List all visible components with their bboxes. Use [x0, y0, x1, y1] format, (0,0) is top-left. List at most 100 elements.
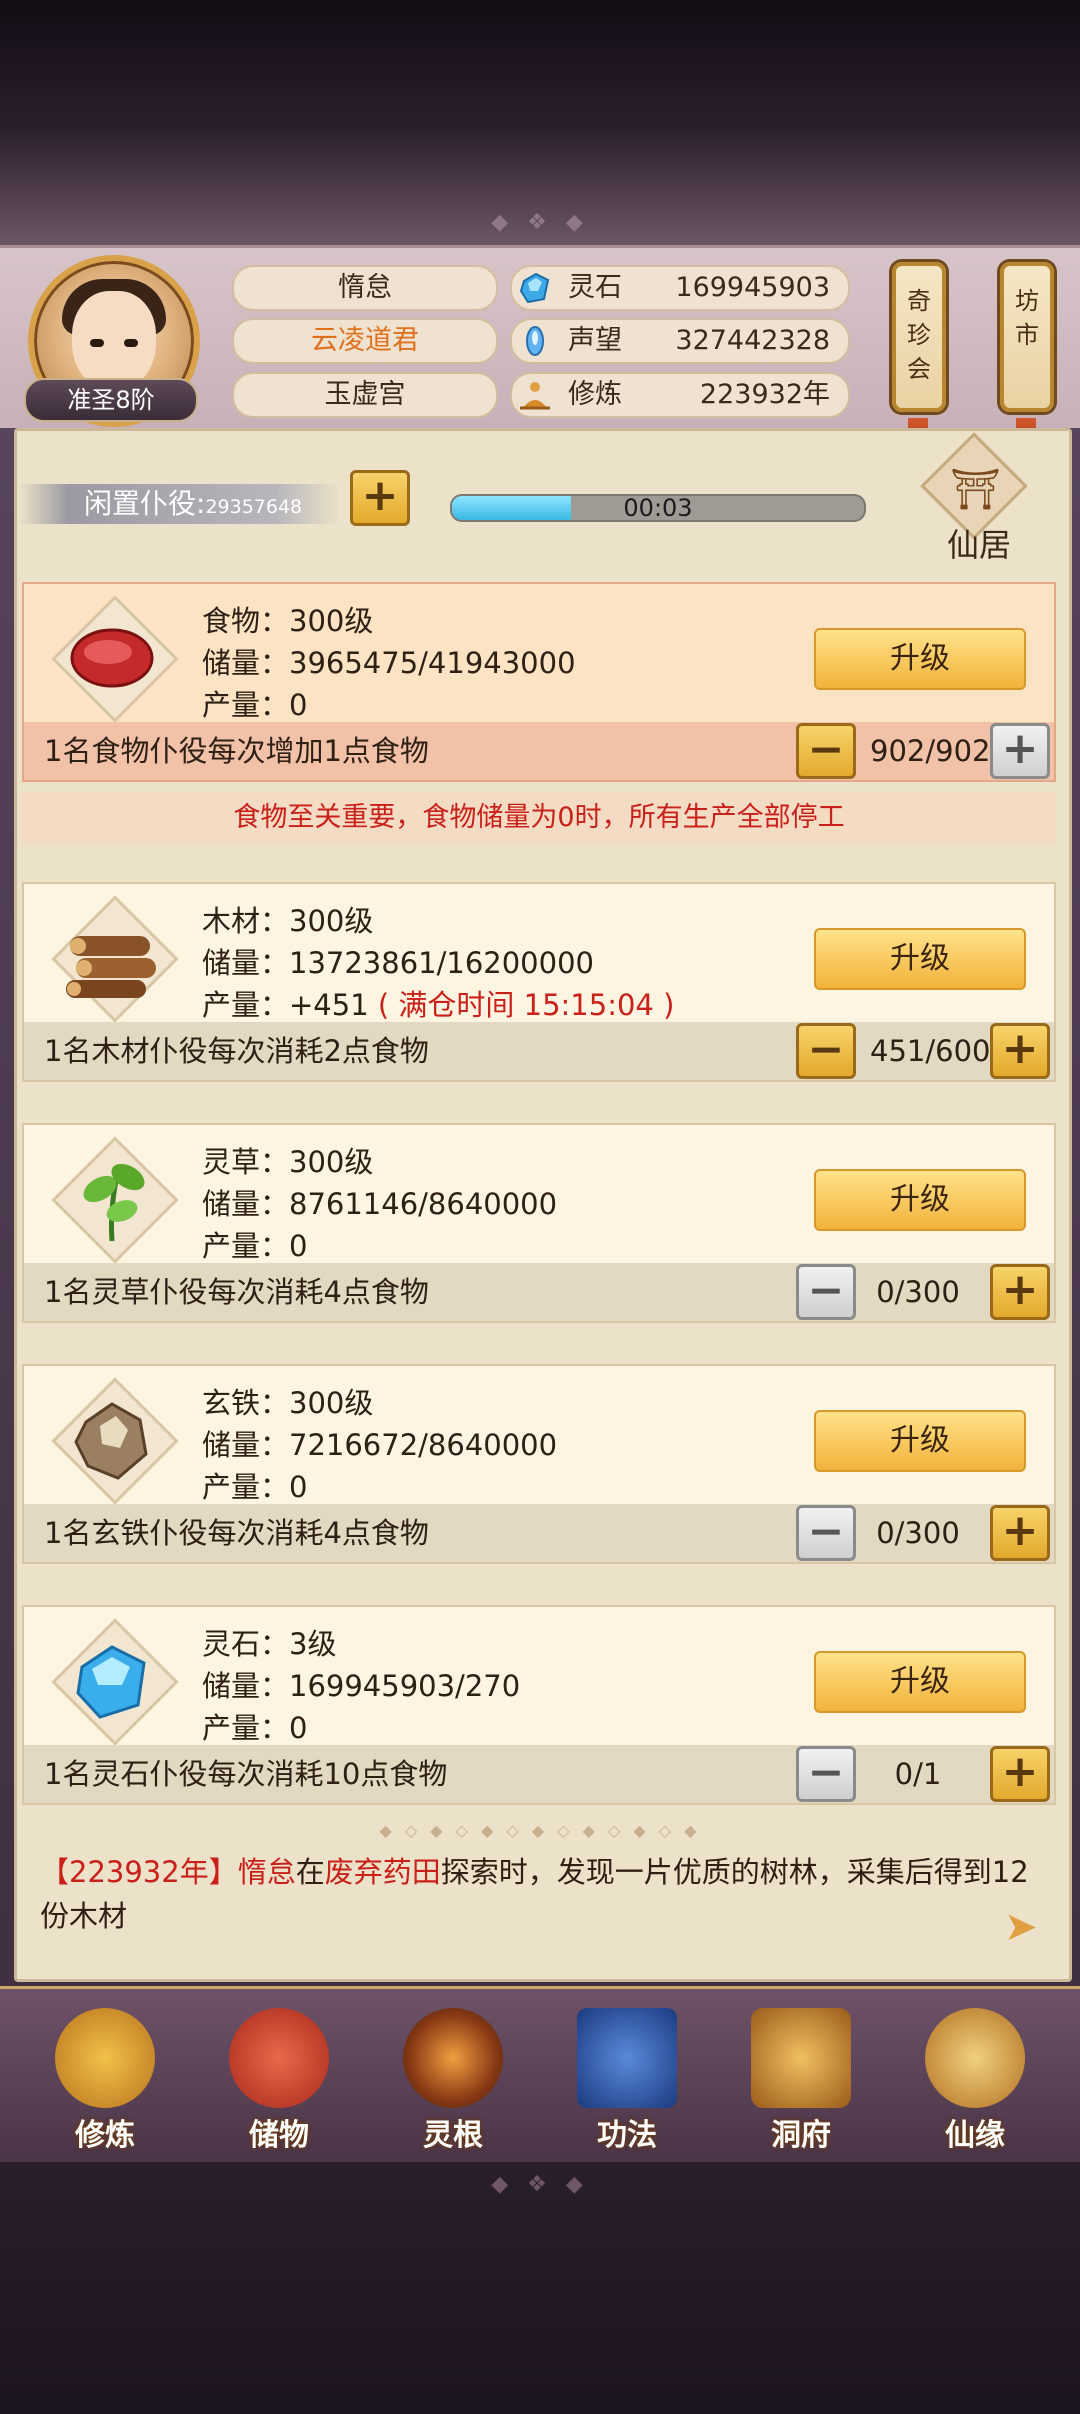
servant-count: 451/600: [870, 1034, 991, 1068]
servant-desc: 1名木材仆役每次消耗2点食物: [44, 1034, 429, 1068]
herb-icon: [51, 1136, 179, 1264]
increase-servant-button[interactable]: +: [990, 1505, 1050, 1561]
stat-label: 灵石: [568, 272, 622, 303]
nav-destiny[interactable]: 仙缘: [900, 1998, 1050, 2158]
resource-storage: 储量：8761146/8640000: [202, 1187, 558, 1221]
resource-card-spirit-stone: 灵石：3级 储量：169945903/270 产量：0 升级 1名灵石仆役每次消…: [22, 1605, 1056, 1805]
spirit-stone-icon: [519, 272, 550, 304]
resource-output: 产量：0: [202, 1223, 307, 1265]
decrease-servant-button[interactable]: −: [796, 1746, 856, 1802]
servant-row: 1名灵草仆役每次消耗4点食物 − 0/300 +: [24, 1263, 1054, 1321]
resource-output: 产量：0: [202, 1705, 307, 1747]
residence-button[interactable]: ⛩ 仙居: [914, 432, 1028, 564]
decrease-servant-button[interactable]: −: [796, 1264, 856, 1320]
nav-label: 修炼: [75, 2118, 135, 2153]
stat-value: 169945903: [675, 272, 830, 303]
nav-storage[interactable]: 储物: [204, 1998, 354, 2158]
log-place: 废弃药田: [324, 1855, 441, 1889]
player-title: 云凌道君: [232, 318, 498, 364]
resource-storage: 储量：169945903/270: [202, 1669, 521, 1703]
nav-cultivate[interactable]: 修炼: [30, 1998, 180, 2158]
player-sect: 玉虚宫: [232, 372, 498, 418]
idle-servants-count: 29357648: [205, 496, 303, 518]
servant-row: 1名食物仆役每次增加1点食物 − 902/902 +: [24, 722, 1054, 780]
servant-count: 0/300: [876, 1275, 960, 1309]
log-year: 【223932年】: [40, 1855, 238, 1889]
triskelion-icon: [403, 2008, 503, 2108]
crystal-glyph: [76, 1645, 146, 1719]
residence-label: 仙居: [946, 526, 1011, 564]
nav-label: 仙缘: [945, 2118, 1005, 2153]
resource-output-value: 产量：0: [202, 1711, 308, 1745]
avatar-face: [72, 291, 156, 391]
servant-desc: 1名灵石仆役每次消耗10点食物: [44, 1757, 448, 1791]
herb-glyph: [83, 1163, 145, 1242]
event-log: 【223932年】惰怠在废弃药田探索时，发现一片优质的树林，采集后得到12份木材: [40, 1850, 1040, 1938]
reputation-icon: [526, 326, 544, 356]
log-text: 在: [295, 1855, 325, 1889]
stat-label: 声望: [568, 325, 622, 356]
servant-row: 1名木材仆役每次消耗2点食物 − 451/600 +: [24, 1022, 1054, 1080]
progress-timer: 00:03: [623, 494, 693, 522]
market-button[interactable]: 坊市: [1000, 262, 1054, 412]
decrease-servant-button[interactable]: −: [796, 1023, 856, 1079]
servant-row: 1名灵石仆役每次消耗10点食物 − 0/1 +: [24, 1745, 1054, 1803]
upgrade-button[interactable]: 升级: [814, 1169, 1026, 1231]
avatar-eye: [124, 339, 138, 347]
upgrade-button[interactable]: 升级: [814, 628, 1026, 690]
treasure-fair-button[interactable]: 奇珍会: [892, 262, 946, 412]
resource-name-level: 灵石：3级: [202, 1627, 337, 1661]
iron-glyph: [74, 1402, 148, 1480]
resource-card-herb: 灵草：300级 储量：8761146/8640000 产量：0 升级 1名灵草仆…: [22, 1123, 1056, 1323]
nav-label: 灵根: [423, 2118, 483, 2153]
servant-row: 1名玄铁仆役每次消耗4点食物 − 0/300 +: [24, 1504, 1054, 1562]
nav-cave-dwelling[interactable]: 洞府: [726, 1998, 876, 2158]
upgrade-button[interactable]: 升级: [814, 1651, 1026, 1713]
resource-output-value: 产量：+451: [202, 988, 369, 1022]
full-warehouse-time: ( 满仓时间 15:15:04 ): [377, 988, 675, 1022]
rank-badge: 准圣8阶: [24, 378, 198, 422]
palace-icon: [751, 2008, 851, 2108]
increase-servant-button[interactable]: +: [990, 723, 1050, 779]
increase-servant-button[interactable]: +: [990, 1264, 1050, 1320]
nav-techniques[interactable]: 功法: [552, 1998, 702, 2158]
resource-name-level: 玄铁：300级: [202, 1386, 374, 1420]
nav-label: 储物: [249, 2118, 309, 2153]
resource-output-value: 产量：0: [202, 1470, 308, 1504]
servant-count: 902/902: [870, 734, 991, 768]
log-player-name: 惰怠: [237, 1855, 296, 1889]
resource-storage: 储量：13723861/16200000: [202, 946, 594, 980]
treasure-fair-label: 奇珍会: [907, 287, 931, 383]
bottom-ornament: ◆ ❖ ◆: [491, 2172, 589, 2197]
stat-value: 327442328: [675, 325, 830, 356]
decrease-servant-button[interactable]: −: [796, 1505, 856, 1561]
servant-count: 0/300: [876, 1516, 960, 1550]
nav-spirit-root[interactable]: 灵根: [378, 1998, 528, 2158]
servant-count: 0/1: [894, 1757, 942, 1791]
resource-output-value: 产量：0: [202, 1229, 308, 1263]
wood-logs-icon: [51, 895, 179, 1023]
stat-cultivation: 修炼 223932年: [510, 372, 850, 418]
bottom-background: ◆ ❖ ◆: [0, 2162, 1080, 2414]
book-icon: [577, 2008, 677, 2108]
resource-name-level: 木材：300级: [202, 904, 374, 938]
food-warning: 食物至关重要，食物储量为0时，所有生产全部停工: [22, 792, 1056, 844]
pagoda-icon: ⛩: [950, 467, 1001, 513]
decrease-servant-button[interactable]: −: [796, 723, 856, 779]
increase-servant-button[interactable]: +: [990, 1023, 1050, 1079]
servant-desc: 1名食物仆役每次增加1点食物: [44, 734, 429, 768]
stat-value: 223932年: [699, 379, 830, 410]
add-idle-servant-button[interactable]: +: [350, 470, 410, 526]
increase-servant-button[interactable]: +: [990, 1746, 1050, 1802]
log-next-arrow-icon[interactable]: ➤: [1004, 1904, 1038, 1950]
top-background: ◆ ❖ ◆: [0, 0, 1080, 250]
market-label: 坊市: [1015, 287, 1039, 349]
iron-ore-icon: [51, 1377, 179, 1505]
production-progress-bar: 00:03: [450, 494, 866, 522]
stat-label: 修炼: [568, 379, 622, 410]
upgrade-button[interactable]: 升级: [814, 928, 1026, 990]
servant-desc: 1名灵草仆役每次消耗4点食物: [44, 1275, 429, 1309]
log-divider: ◆ ◇ ◆ ◇ ◆ ◇ ◆ ◇ ◆ ◇ ◆ ◇ ◆: [379, 1821, 701, 1840]
upgrade-button[interactable]: 升级: [814, 1410, 1026, 1472]
stat-spirit-stone: 灵石 169945903: [510, 265, 850, 311]
